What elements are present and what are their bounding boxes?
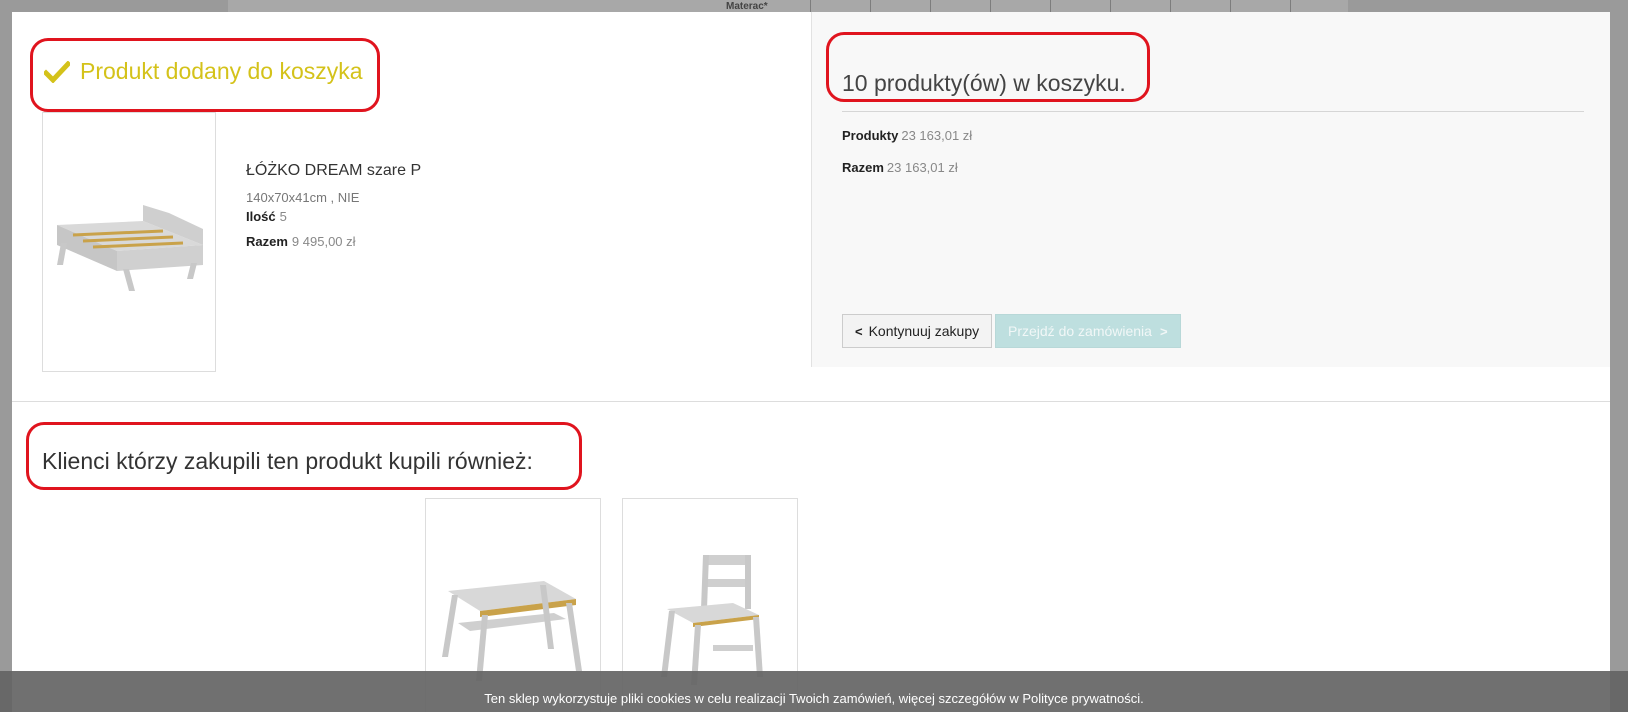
desk-illustration (442, 581, 582, 681)
background-cell (1050, 0, 1051, 12)
background-cell (1290, 0, 1291, 12)
cart-modal: × Produkt dodany do koszyka (12, 12, 1610, 712)
background-cell (1170, 0, 1171, 12)
product-attributes: 140x70x41cm , NIE (246, 190, 360, 205)
check-icon (44, 60, 70, 83)
cookie-notice: Ten sklep wykorzystuje pliki cookies w c… (0, 671, 1628, 712)
quantity-value: 5 (279, 209, 287, 224)
background-cell (1110, 0, 1111, 12)
proceed-to-checkout-button[interactable]: Przejdź do zamówienia > (995, 314, 1181, 348)
continue-shopping-label: Kontynuuj zakupy (868, 323, 980, 339)
cart-total-line: Razem 23 163,01 zł (842, 160, 958, 175)
cookie-notice-text: Ten sklep wykorzystuje pliki cookies w c… (484, 691, 1144, 706)
product-total-value: 9 495,00 zł (291, 234, 356, 249)
background-cell (990, 0, 991, 12)
cart-products-line: Produkty 23 163,01 zł (842, 128, 972, 143)
added-to-cart-heading: Produkt dodany do koszyka (44, 58, 363, 85)
continue-shopping-button[interactable]: < Kontynuuj zakupy (842, 314, 993, 348)
product-total: Razem 9 495,00 zł (246, 234, 421, 249)
chair-illustration (661, 555, 763, 685)
related-products-title: Klienci którzy zakupili ten produkt kupi… (42, 448, 533, 474)
background-cell (1230, 0, 1231, 12)
product-name: ŁÓŻKO DREAM szare P (246, 162, 422, 179)
product-image (42, 112, 216, 372)
cart-total-value: 23 163,01 zł (886, 160, 958, 175)
cart-products-value: 23 163,01 zł (901, 128, 973, 143)
background-table-header: Materac* (228, 0, 1348, 12)
checkout-label: Przejdź do zamówienia (1008, 323, 1152, 339)
added-to-cart-title: Produkt dodany do koszyka (80, 58, 363, 84)
cart-summary-panel: 10 produkty(ów) w koszyku. Produkty 23 16… (811, 12, 1610, 367)
background-cell (870, 0, 871, 12)
background-label: Materac* (726, 1, 768, 12)
added-product-panel: Produkt dodany do koszyka ŁÓŻKO DREAM sz… (12, 12, 811, 372)
product-details: ŁÓŻKO DREAM szare P 140x70x41cm , NIE Il… (246, 162, 421, 249)
chevron-right-icon: > (1159, 323, 1168, 339)
quantity-label: Ilość (246, 209, 276, 224)
product-total-label: Razem (246, 234, 288, 249)
cart-count: 10 produkty(ów) w koszyku. (842, 70, 1126, 96)
divider (842, 111, 1584, 112)
cart-total-label: Razem (842, 160, 884, 175)
section-divider (12, 401, 1610, 402)
background-cell (810, 0, 811, 12)
cart-products-label: Produkty (842, 128, 899, 143)
background-cell (930, 0, 931, 12)
chevron-left-icon: < (855, 323, 863, 339)
bed-illustration (57, 205, 203, 291)
product-quantity: Ilość 5 (246, 209, 421, 224)
